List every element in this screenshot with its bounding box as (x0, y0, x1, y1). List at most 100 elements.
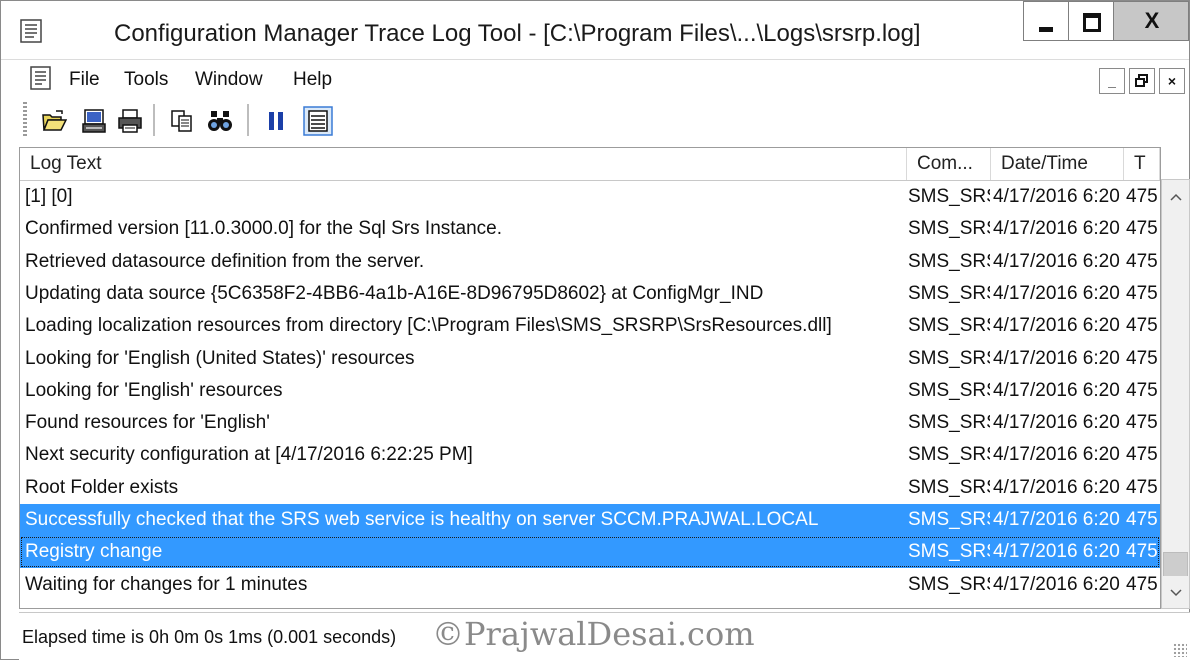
table-row[interactable]: [1] [0] SMS_SRS 4/17/2016 6:20 475 (20, 181, 1160, 213)
datetime-cell: 4/17/2016 6:20 (993, 315, 1120, 337)
scroll-up-button[interactable] (1162, 180, 1189, 212)
log-text-cell: Waiting for changes for 1 minutes (25, 573, 308, 595)
datetime-cell: 4/17/2016 6:20 (993, 282, 1120, 304)
thread-cell: 475 (1126, 379, 1158, 401)
menu-file[interactable]: File (69, 69, 100, 91)
menu-bar: File Tools Window Help _ × (1, 59, 1189, 97)
datetime-cell: 4/17/2016 6:20 (993, 347, 1120, 369)
table-row[interactable]: Successfully checked that the SRS web se… (20, 504, 1160, 536)
scroll-down-button[interactable] (1162, 576, 1189, 608)
thread-cell: 475 (1126, 509, 1158, 530)
trace-log-window: Configuration Manager Trace Log Tool - [… (0, 0, 1190, 661)
toolbar (1, 96, 1189, 144)
find-icon[interactable] (207, 108, 233, 134)
table-row[interactable]: Registry change SMS_SRS 4/17/2016 6:20 475 (20, 536, 1160, 569)
table-row[interactable]: Waiting for changes for 1 minutes SMS_SRS… (20, 569, 1160, 601)
scroll-thumb[interactable] (1163, 552, 1188, 578)
table-row[interactable]: Updating data source {5C6358F2-4BB6-4a1b… (20, 278, 1160, 310)
log-text-cell: [1] [0] (25, 186, 73, 207)
table-row[interactable]: Retrieved datasource definition from the… (20, 246, 1160, 278)
table-row[interactable]: Looking for 'English' resources SMS_SRS 4/… (20, 375, 1160, 407)
minimize-button[interactable] (1023, 1, 1069, 41)
table-row[interactable]: Next security configuration at [4/17/201… (20, 439, 1160, 471)
component-cell: SMS_SRS (908, 573, 990, 595)
datetime-cell: 4/17/2016 6:20 (993, 379, 1120, 401)
log-text-cell: Found resources for 'English' (25, 412, 270, 434)
table-row[interactable]: Found resources for 'English' SMS_SRS 4/17… (20, 407, 1160, 439)
close-button[interactable]: X (1113, 1, 1189, 41)
component-cell: SMS_SRS (908, 509, 990, 530)
datetime-cell: 4/17/2016 6:20 (993, 444, 1120, 466)
status-bar: Elapsed time is 0h 0m 0s 1ms (0.001 seco… (19, 612, 1190, 661)
table-row[interactable]: Confirmed version [11.0.3000.0] for the … (20, 213, 1160, 245)
log-text-cell: Looking for 'English' resources (25, 379, 283, 401)
column-header-datetime[interactable]: Date/Time (991, 148, 1124, 180)
component-cell: SMS_SRS (908, 347, 990, 369)
log-text-cell: Root Folder exists (25, 476, 179, 498)
highlight-icon[interactable] (303, 106, 333, 136)
thread-cell: 475 (1126, 347, 1158, 369)
app-icon (20, 19, 42, 43)
mdi-close-button[interactable]: × (1159, 68, 1185, 94)
list-header: Log Text Com... Date/Time T (20, 148, 1160, 181)
watermark: ©PrajwalDesai.com (432, 615, 755, 653)
mdi-minimize-button[interactable]: _ (1099, 68, 1125, 94)
component-cell: SMS_SRS (908, 250, 990, 272)
chevron-down-icon (1169, 589, 1182, 597)
component-cell: SMS_SRS (908, 315, 990, 337)
toolbar-separator (247, 104, 250, 136)
title-bar[interactable]: Configuration Manager Trace Log Tool - [… (1, 1, 1189, 59)
component-cell: SMS_SRS (908, 186, 990, 207)
thread-cell: 475 (1126, 315, 1158, 337)
close-icon: X (1144, 8, 1160, 33)
print-icon[interactable] (117, 108, 143, 134)
datetime-cell: 4/17/2016 6:20 (993, 541, 1120, 563)
document-icon[interactable] (29, 66, 53, 90)
table-row[interactable]: Root Folder exists SMS_SRS 4/17/2016 6:20 4… (20, 472, 1160, 504)
open-icon[interactable] (41, 108, 67, 134)
mdi-restore-button[interactable] (1129, 68, 1155, 94)
component-cell: SMS_SRS (908, 476, 990, 498)
datetime-cell: 4/17/2016 6:20 (993, 186, 1120, 207)
thread-cell: 475 (1126, 541, 1158, 563)
log-text-cell: Retrieved datasource definition from the… (25, 250, 425, 272)
window-title: Configuration Manager Trace Log Tool - [… (114, 20, 921, 47)
column-header-log-text[interactable]: Log Text (20, 148, 907, 180)
restore-icon (1135, 74, 1148, 87)
toolbar-grip[interactable] (23, 102, 27, 138)
vertical-scrollbar[interactable] (1161, 179, 1190, 609)
datetime-cell: 4/17/2016 6:20 (993, 250, 1120, 272)
log-text-cell: Confirmed version [11.0.3000.0] for the … (25, 218, 503, 240)
print-preview-icon[interactable] (81, 108, 107, 134)
menu-help[interactable]: Help (293, 69, 332, 91)
thread-cell: 475 (1126, 250, 1158, 272)
table-row[interactable]: Looking for 'English (United States)' re… (20, 343, 1160, 375)
thread-cell: 475 (1126, 282, 1158, 304)
log-text-cell: Updating data source {5C6358F2-4BB6-4a1b… (25, 282, 764, 304)
menu-window[interactable]: Window (195, 69, 263, 91)
toolbar-separator (153, 104, 156, 136)
log-text-cell: Loading localization resources from dire… (25, 315, 832, 337)
table-row[interactable]: Loading localization resources from dire… (20, 310, 1160, 342)
log-list[interactable]: Log Text Com... Date/Time T [1] [0] SMS_S… (19, 147, 1161, 609)
thread-cell: 475 (1126, 412, 1158, 434)
maximize-button[interactable] (1068, 1, 1114, 41)
thread-cell: 475 (1126, 218, 1158, 240)
elapsed-time-text: Elapsed time is 0h 0m 0s 1ms (0.001 seco… (22, 627, 397, 647)
component-cell: SMS_SRS (908, 379, 990, 401)
component-cell: SMS_SRS (908, 541, 990, 563)
thread-cell: 475 (1126, 186, 1158, 207)
menu-tools[interactable]: Tools (124, 69, 168, 91)
datetime-cell: 4/17/2016 6:20 (993, 573, 1120, 595)
pause-icon[interactable] (263, 108, 289, 134)
log-text-cell: Successfully checked that the SRS web se… (25, 509, 819, 530)
component-cell: SMS_SRS (908, 218, 990, 240)
thread-cell: 475 (1126, 573, 1158, 595)
resize-grip[interactable] (1173, 643, 1187, 657)
component-cell: SMS_SRS (908, 444, 990, 466)
column-header-component[interactable]: Com... (907, 148, 991, 180)
datetime-cell: 4/17/2016 6:20 (993, 218, 1120, 240)
datetime-cell: 4/17/2016 6:20 (993, 509, 1120, 530)
copy-icon[interactable] (169, 108, 195, 134)
column-header-thread[interactable]: T (1124, 148, 1160, 180)
